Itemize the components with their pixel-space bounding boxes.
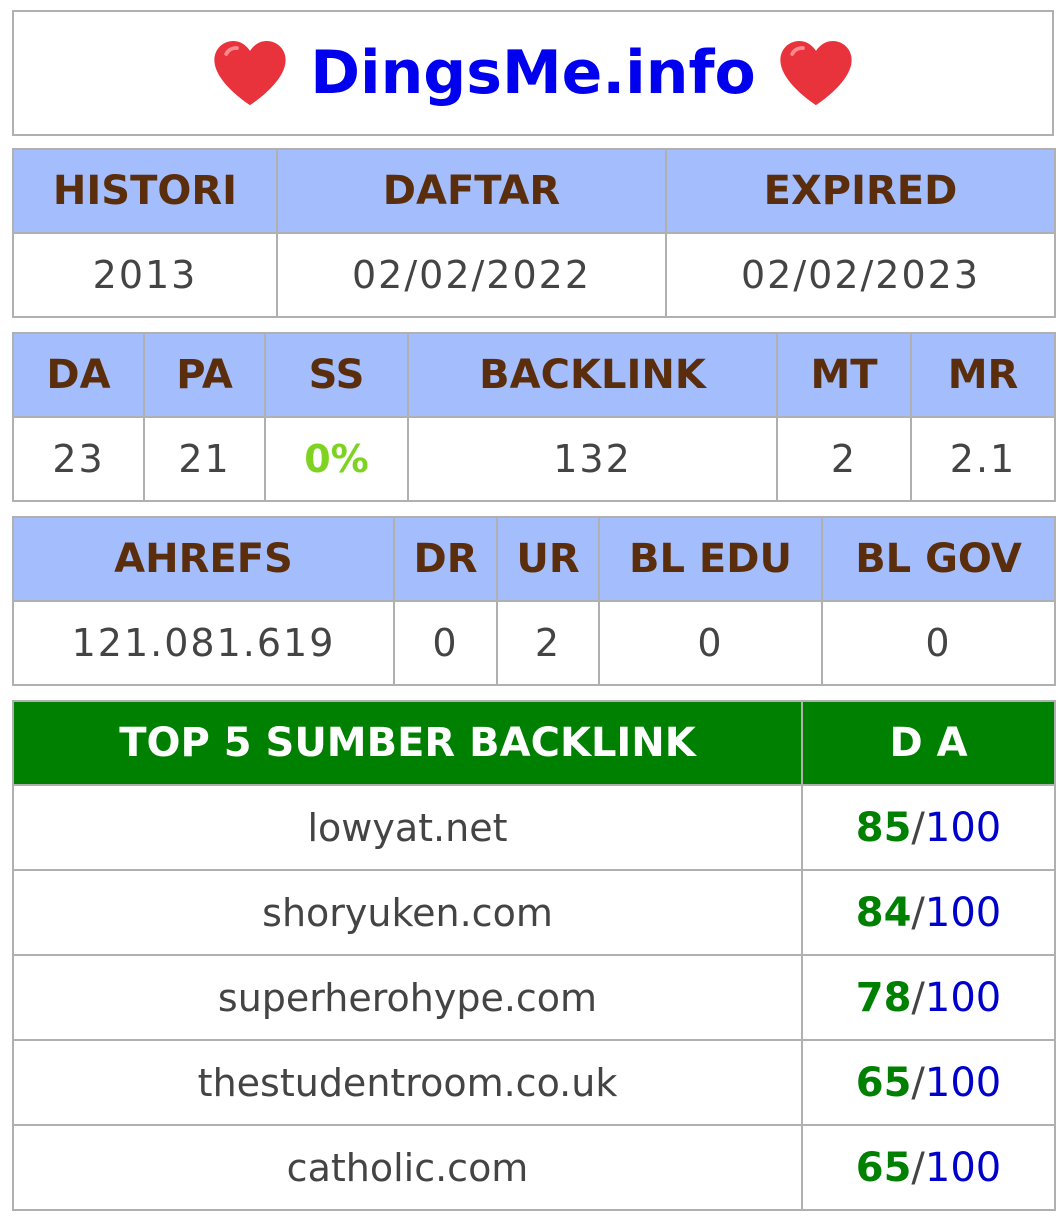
header-ss: SS <box>264 332 409 418</box>
da-max: 100 <box>924 1144 1002 1191</box>
table-row: superherohype.com 78/100 <box>12 954 1056 1041</box>
top-backlinks-table: TOP 5 SUMBER BACKLINK D A lowyat.net 85/… <box>12 700 1056 1211</box>
backlink-site: thestudentroom.co.uk <box>12 1039 803 1126</box>
header-ur: UR <box>496 516 600 602</box>
backlink-site: shoryuken.com <box>12 869 803 956</box>
value-mr: 2.1 <box>910 416 1056 502</box>
backlink-da: 78/100 <box>801 954 1056 1041</box>
header-expired: EXPIRED <box>665 148 1056 234</box>
da-max: 100 <box>924 889 1002 936</box>
backlink-site: superherohype.com <box>12 954 803 1041</box>
da-max: 100 <box>924 1059 1002 1106</box>
header-histori: HISTORI <box>12 148 278 234</box>
da-max: 100 <box>924 804 1002 851</box>
table-row: shoryuken.com 84/100 <box>12 869 1056 956</box>
value-ur: 2 <box>496 600 600 686</box>
backlink-site: catholic.com <box>12 1124 803 1211</box>
da-max: 100 <box>924 974 1002 1021</box>
backlink-da: 65/100 <box>801 1039 1056 1126</box>
value-bl-gov: 0 <box>821 600 1056 686</box>
da-value: 84 <box>855 889 912 936</box>
header-mt: MT <box>776 332 912 418</box>
da-separator: / <box>911 804 925 851</box>
header-ahrefs: AHREFS <box>12 516 395 602</box>
value-dr: 0 <box>393 600 498 686</box>
da-value: 85 <box>855 804 912 851</box>
header-bl-edu: BL EDU <box>598 516 823 602</box>
header-top-sources: TOP 5 SUMBER BACKLINK <box>12 700 803 786</box>
header-pa: PA <box>143 332 266 418</box>
da-separator: / <box>911 889 925 936</box>
header-daftar: DAFTAR <box>276 148 667 234</box>
header-mr: MR <box>910 332 1056 418</box>
value-daftar: 02/02/2022 <box>276 232 667 318</box>
da-separator: / <box>911 974 925 1021</box>
table-row: thestudentroom.co.uk 65/100 <box>12 1039 1056 1126</box>
da-separator: / <box>911 1144 925 1191</box>
header-da-score: D A <box>801 700 1056 786</box>
value-ss: 0% <box>264 416 409 502</box>
da-value: 65 <box>855 1144 912 1191</box>
site-title: DingsMe.info <box>310 38 756 108</box>
value-mt: 2 <box>776 416 912 502</box>
metrics-table: DA PA SS BACKLINK MT MR 23 21 0% 132 2 2… <box>12 332 1056 502</box>
site-title-box: DingsMe.info <box>12 10 1054 136</box>
backlink-da: 85/100 <box>801 784 1056 871</box>
value-histori: 2013 <box>12 232 278 318</box>
heart-icon <box>214 40 286 106</box>
value-backlink: 132 <box>407 416 778 502</box>
value-bl-edu: 0 <box>598 600 823 686</box>
header-dr: DR <box>393 516 498 602</box>
da-separator: / <box>911 1059 925 1106</box>
header-backlink: BACKLINK <box>407 332 778 418</box>
backlink-site: lowyat.net <box>12 784 803 871</box>
table-row: catholic.com 65/100 <box>12 1124 1056 1211</box>
dates-table: HISTORI DAFTAR EXPIRED 2013 02/02/2022 0… <box>12 148 1056 318</box>
da-value: 65 <box>855 1059 912 1106</box>
value-ahrefs: 121.081.619 <box>12 600 395 686</box>
ahrefs-table: AHREFS DR UR BL EDU BL GOV 121.081.619 0… <box>12 516 1056 686</box>
backlink-da: 65/100 <box>801 1124 1056 1211</box>
da-value: 78 <box>855 974 912 1021</box>
backlink-da: 84/100 <box>801 869 1056 956</box>
header-da: DA <box>12 332 145 418</box>
heart-icon <box>780 40 852 106</box>
value-da: 23 <box>12 416 145 502</box>
value-expired: 02/02/2023 <box>665 232 1056 318</box>
header-bl-gov: BL GOV <box>821 516 1056 602</box>
value-pa: 21 <box>143 416 266 502</box>
table-row: lowyat.net 85/100 <box>12 784 1056 871</box>
